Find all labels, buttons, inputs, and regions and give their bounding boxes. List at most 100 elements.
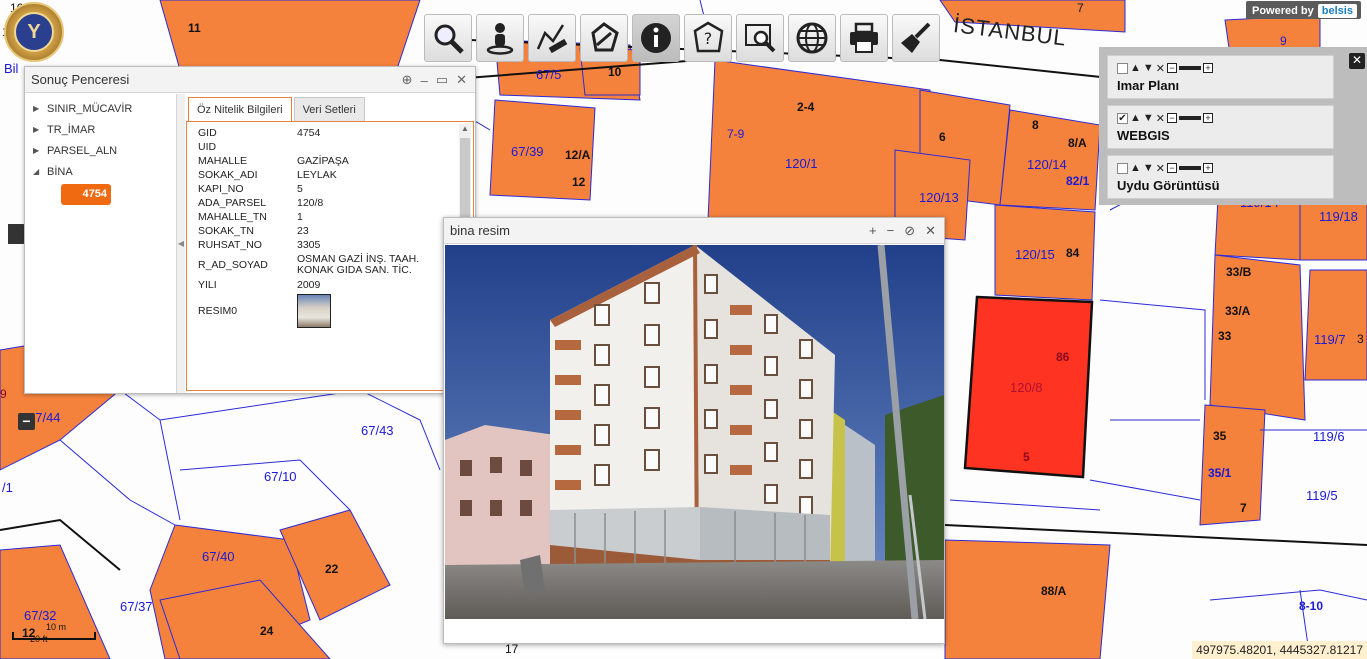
parcel-label: 67/40 — [202, 549, 235, 564]
globe-icon — [796, 22, 828, 54]
selected-parcel-label: 120/8 — [1010, 380, 1043, 395]
move-up-icon[interactable]: ▲ — [1130, 62, 1141, 74]
parcel-label: 10 — [608, 65, 622, 79]
parcel-label: 67/39 — [511, 144, 544, 159]
scale-bar: 10 m 20 ft — [10, 622, 98, 644]
expand-arrow-icon[interactable]: ▶ — [33, 125, 47, 134]
layer-checkbox[interactable] — [1117, 162, 1128, 174]
parcel-label: 9 — [1280, 34, 1287, 48]
tree-item-imar[interactable]: ▶ TR_İMAR — [25, 119, 176, 140]
partial-label: Bil — [4, 61, 19, 76]
opacity-plus-icon[interactable]: + — [1203, 113, 1213, 123]
parcel-label: 7-9 — [727, 127, 745, 141]
photo-window: bina resim + − ⊘ ✕ — [443, 217, 945, 644]
measure-tool-button[interactable] — [528, 14, 576, 62]
feature-badge[interactable]: 4754 — [61, 184, 111, 205]
table-row: MAHALLE GAZİPAŞA — [198, 155, 349, 167]
search-tool-button[interactable] — [424, 14, 472, 62]
layer-imar-plani: ▲ ▼ ✕ − + Imar Planı — [1107, 55, 1334, 99]
parcel-label: 12/A — [565, 148, 591, 162]
opacity-slider[interactable] — [1179, 116, 1201, 120]
parcel-88a — [944, 539, 1111, 659]
area-tool-button[interactable] — [580, 14, 628, 62]
parcel-label: 33 — [1218, 329, 1232, 343]
parcel-label: 120/1 — [785, 156, 818, 171]
move-up-icon[interactable]: ▲ — [1130, 112, 1141, 124]
building-thumbnail[interactable] — [297, 294, 331, 328]
parcel-label: 24 — [260, 624, 274, 638]
polygon-icon — [591, 22, 619, 52]
maximize-icon[interactable]: ▭ — [436, 72, 448, 88]
query-tool-button[interactable]: ? — [684, 14, 732, 62]
layer-panel-close-icon[interactable]: ✕ — [1349, 53, 1365, 69]
close-icon[interactable]: ✕ — [925, 223, 936, 239]
move-down-icon[interactable]: ▼ — [1143, 62, 1154, 74]
tab-datasets[interactable]: Veri Setleri — [293, 97, 365, 121]
zoom-box-tool-button[interactable] — [736, 14, 784, 62]
opacity-slider[interactable] — [1179, 166, 1201, 170]
expand-arrow-icon[interactable]: ▶ — [33, 104, 47, 113]
printer-icon — [850, 22, 878, 53]
globe-tool-button[interactable] — [788, 14, 836, 62]
table-row: SOKAK_TN 23 — [198, 225, 309, 237]
zoom-out-icon[interactable]: − — [887, 223, 895, 239]
parcel-label: 17 — [505, 642, 519, 656]
remove-layer-icon[interactable]: ✕ — [1156, 162, 1165, 175]
parcel-label: 84 — [1066, 246, 1080, 260]
parcel-label: 33/A — [1225, 304, 1251, 318]
tree-item-sinir[interactable]: ▶ SINIR_MÜCAVİR — [25, 98, 176, 119]
splitter-handle[interactable]: ◀ — [177, 94, 185, 393]
zoom-out-button[interactable]: − — [18, 413, 35, 430]
photo-window-header[interactable]: bina resim + − ⊘ ✕ — [444, 218, 944, 244]
minimize-icon[interactable]: – — [421, 73, 428, 88]
street-view-tool-button[interactable] — [476, 14, 524, 62]
move-down-icon[interactable]: ▼ — [1143, 112, 1154, 124]
magnifier-icon — [434, 24, 464, 54]
move-down-icon[interactable]: ▼ — [1143, 162, 1154, 174]
print-tool-button[interactable] — [840, 14, 888, 62]
opacity-minus-icon[interactable]: − — [1167, 113, 1177, 123]
result-window-header[interactable]: Sonuç Penceresi ⊕ – ▭ ✕ — [25, 67, 475, 93]
globe-icon[interactable]: ⊕ — [402, 72, 413, 88]
parcel-label: 88/A — [1041, 584, 1067, 598]
opacity-plus-icon[interactable]: + — [1203, 63, 1213, 73]
tree-item-parsel[interactable]: ▶ PARSEL_ALN — [25, 140, 176, 161]
powered-by-badge[interactable]: Powered by belsis — [1246, 1, 1361, 19]
parcel-label: 35 — [1213, 429, 1227, 443]
layer-checkbox[interactable] — [1117, 62, 1128, 74]
layer-tree: ▶ SINIR_MÜCAVİR ▶ TR_İMAR ▶ PARSEL_ALN ◢ BİN… — [25, 94, 177, 393]
parcel-label: 120/14 — [1027, 157, 1067, 172]
layer-checkbox[interactable]: ✔ — [1117, 112, 1128, 124]
parcel-label: 119/7 — [1314, 332, 1346, 347]
parcel-label: 120/15 — [1015, 247, 1055, 262]
clear-tool-button[interactable] — [892, 14, 940, 62]
tree-item-bina[interactable]: ◢ BİNA — [25, 161, 176, 182]
opacity-minus-icon[interactable]: − — [1167, 163, 1177, 173]
parcel-label: 33/B — [1226, 265, 1252, 279]
scale-bottom-label: 20 ft — [30, 634, 48, 644]
table-row: YILI 2009 — [198, 279, 321, 291]
remove-layer-icon[interactable]: ✕ — [1156, 112, 1165, 125]
opacity-minus-icon[interactable]: − — [1167, 63, 1177, 73]
broom-icon — [901, 22, 931, 53]
municipality-logo[interactable]: Y — [4, 2, 64, 62]
remove-layer-icon[interactable]: ✕ — [1156, 62, 1165, 75]
powered-by-text: Powered by — [1252, 5, 1314, 17]
building-photo-illustration — [445, 245, 944, 619]
table-row: MAHALLE_TN 1 — [198, 211, 303, 223]
reset-icon[interactable]: ⊘ — [904, 223, 915, 239]
opacity-plus-icon[interactable]: + — [1203, 163, 1213, 173]
parcel-119-7 — [1304, 269, 1367, 381]
parcel-label: 5 — [1023, 450, 1030, 464]
parcel-label: 35/1 — [1208, 466, 1232, 480]
close-icon[interactable]: ✕ — [456, 72, 467, 88]
brand-name: belsis — [1317, 4, 1357, 18]
scroll-up-icon[interactable]: ▲ — [461, 124, 469, 133]
info-tool-button[interactable] — [632, 14, 680, 62]
zoom-in-icon[interactable]: + — [869, 223, 877, 239]
move-up-icon[interactable]: ▲ — [1130, 162, 1141, 174]
collapse-arrow-icon[interactable]: ◢ — [33, 167, 47, 176]
expand-arrow-icon[interactable]: ▶ — [33, 146, 47, 155]
opacity-slider[interactable] — [1179, 66, 1201, 70]
tab-attributes[interactable]: Öz Nitelik Bilgileri — [188, 97, 292, 121]
